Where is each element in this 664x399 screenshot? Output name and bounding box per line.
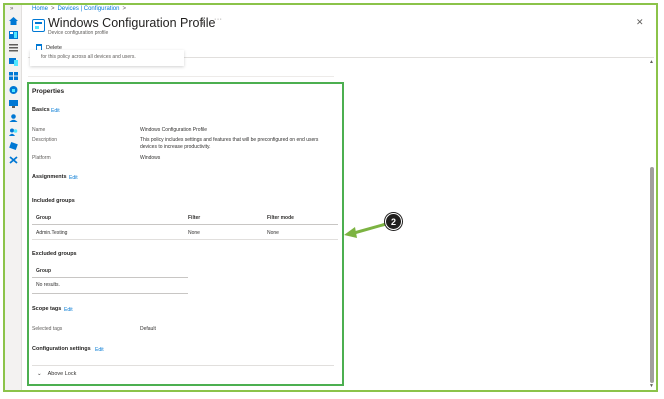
apps-icon[interactable]: [9, 72, 18, 80]
scroll-down-icon[interactable]: ▼: [649, 383, 654, 389]
scope-tags-heading: Scope tags: [32, 306, 62, 312]
dashboard-icon[interactable]: [9, 31, 18, 39]
devices-icon[interactable]: [9, 58, 18, 66]
included-group-column-header: Group: [36, 215, 51, 221]
profile-icon: [32, 19, 45, 32]
troubleshooting-icon[interactable]: [9, 156, 18, 164]
above-lock-label: Above Lock: [47, 371, 77, 377]
chevron-down-icon: ⌄: [37, 371, 42, 377]
properties-heading: Properties: [32, 88, 65, 95]
configuration-divider: [32, 365, 334, 366]
page-title: Windows Configuration Profile: [48, 16, 216, 30]
users-icon[interactable]: [9, 114, 18, 122]
left-nav-rail: »: [5, 5, 22, 390]
breadcrumb-separator: >: [122, 6, 126, 12]
name-value: Windows Configuration Profile: [140, 127, 207, 133]
description-value: This policy includes settings and featur…: [140, 137, 319, 150]
excluded-table-divider: [32, 293, 188, 294]
breadcrumb-separator: >: [51, 6, 55, 12]
above-lock-accordion[interactable]: ⌄ Above Lock: [37, 371, 76, 377]
expand-nav-icon[interactable]: »: [10, 6, 13, 12]
summary-card-text: for this policy across all devices and u…: [41, 54, 136, 60]
list-icon[interactable]: [9, 44, 18, 52]
summary-card: for this policy across all devices and u…: [30, 50, 184, 66]
groups-icon[interactable]: [9, 128, 18, 136]
breadcrumb-devices-link[interactable]: Devices | Configuration: [58, 6, 120, 12]
callout-badge: 2: [385, 213, 402, 230]
basics-edit-link[interactable]: Edit: [51, 108, 60, 114]
filter-column-header: Filter: [188, 215, 201, 221]
breadcrumb-home-link[interactable]: Home: [32, 6, 48, 12]
selected-tags-label: Selected tags: [32, 326, 63, 332]
scrollbar-thumb[interactable]: [650, 167, 654, 383]
assignments-heading: Assignments: [32, 174, 67, 180]
pin-icon[interactable]: ⚲: [200, 18, 205, 26]
home-icon[interactable]: [9, 17, 18, 25]
included-groups-heading: Included groups: [32, 198, 75, 204]
excluded-group-column-header: Group: [36, 268, 51, 274]
configuration-settings-edit-link[interactable]: Edit: [95, 347, 104, 353]
table-row-filter: None: [188, 230, 200, 236]
monitor-icon[interactable]: [9, 100, 18, 108]
more-options-button[interactable]: ···: [214, 16, 223, 23]
selected-tags-value: Default: [140, 326, 156, 332]
configuration-settings-heading: Configuration settings: [32, 346, 91, 352]
excluded-empty-text: No results.: [36, 282, 60, 288]
section-divider: [28, 76, 334, 77]
page-subtitle: Device configuration profile: [48, 30, 109, 36]
name-label: Name: [32, 127, 46, 133]
endpoint-security-icon[interactable]: [9, 86, 18, 94]
tenant-admin-icon[interactable]: [9, 142, 18, 150]
description-label: Description: [32, 137, 58, 143]
platform-label: Platform: [32, 155, 51, 161]
table-row-filter-mode: None: [267, 230, 279, 236]
excluded-header-divider: [32, 277, 188, 278]
scope-tags-edit-link[interactable]: Edit: [64, 307, 73, 313]
scroll-up-icon[interactable]: ▲: [649, 59, 654, 65]
assignments-edit-link[interactable]: Edit: [69, 175, 78, 181]
basics-heading: Basics: [32, 107, 50, 113]
filter-mode-column-header: Filter mode: [267, 215, 294, 221]
excluded-groups-heading: Excluded groups: [32, 251, 77, 257]
breadcrumb: Home > Devices | Configuration >: [32, 6, 126, 12]
table-row-divider: [32, 239, 338, 240]
close-button[interactable]: ✕: [636, 17, 644, 28]
platform-value: Windows: [140, 155, 161, 161]
table-row-group: Admin.Testing: [36, 230, 68, 236]
table-header-divider: [32, 224, 338, 225]
